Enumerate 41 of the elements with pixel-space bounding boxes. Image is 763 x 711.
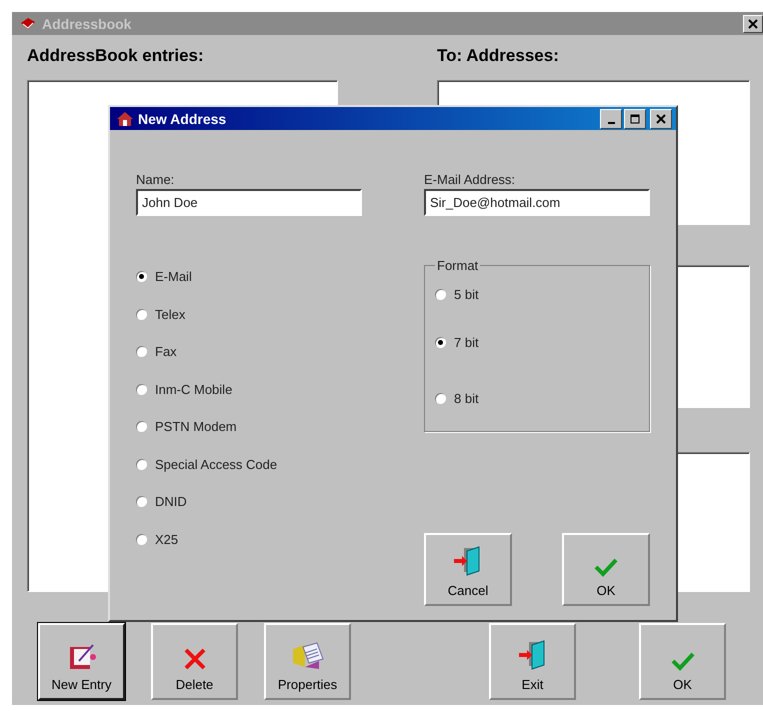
close-icon [748, 18, 758, 28]
check-icon [670, 651, 694, 671]
name-label: Name: [136, 172, 176, 189]
address-type-radio[interactable]: Fax [136, 333, 424, 370]
email-label: E-Mail Address: [424, 172, 516, 189]
window-title: Addressbook [42, 16, 132, 32]
dialog-button[interactable]: Cancel [424, 533, 512, 606]
address-type-radio[interactable]: PSTN Modem [136, 408, 424, 446]
format-radio[interactable]: 7 bit [435, 327, 639, 357]
address-type-radio[interactable]: Inm-C Mobile [136, 370, 424, 408]
toolbar-button[interactable]: OK [639, 623, 726, 700]
address-type-radio[interactable]: X25 [136, 520, 424, 558]
toolbar-button[interactable]: New Entry [38, 623, 125, 700]
maximize-button[interactable] [624, 108, 646, 128]
list-label: To: Addresses: [437, 46, 560, 67]
toolbar-button[interactable]: Exit [489, 623, 576, 700]
address-type-radio[interactable]: E-Mail [136, 258, 424, 296]
group-label: Format [436, 258, 480, 273]
address-type-radio[interactable]: Telex [136, 296, 424, 333]
book-icon [20, 16, 36, 30]
house-icon [116, 110, 134, 126]
format-radio[interactable]: 8 bit [435, 383, 639, 413]
toolbar-button[interactable]: Properties [264, 623, 351, 700]
close-button[interactable] [743, 14, 763, 32]
format-radio[interactable]: 5 bit [435, 279, 639, 309]
maximize-icon [630, 114, 640, 124]
dialog-button[interactable]: OK [562, 533, 650, 606]
address-type-radio[interactable]: Special Access Code [136, 446, 424, 483]
dialog-title: New Address [138, 110, 228, 126]
check-icon [594, 557, 618, 577]
close-icon [656, 114, 666, 124]
email-field[interactable]: Sir_Doe@hotmail.com [424, 189, 650, 216]
toolbar-button[interactable]: Delete [151, 623, 238, 700]
name-field[interactable]: John Doe [136, 189, 362, 216]
minimize-icon [608, 122, 614, 124]
minimize-button[interactable] [600, 108, 622, 128]
list-label: AddressBook entries: [27, 46, 205, 67]
folder-icon [290, 641, 324, 671]
close-button[interactable] [650, 108, 672, 128]
address-type-radio[interactable]: DNID [136, 483, 424, 520]
delete-icon [182, 647, 206, 671]
